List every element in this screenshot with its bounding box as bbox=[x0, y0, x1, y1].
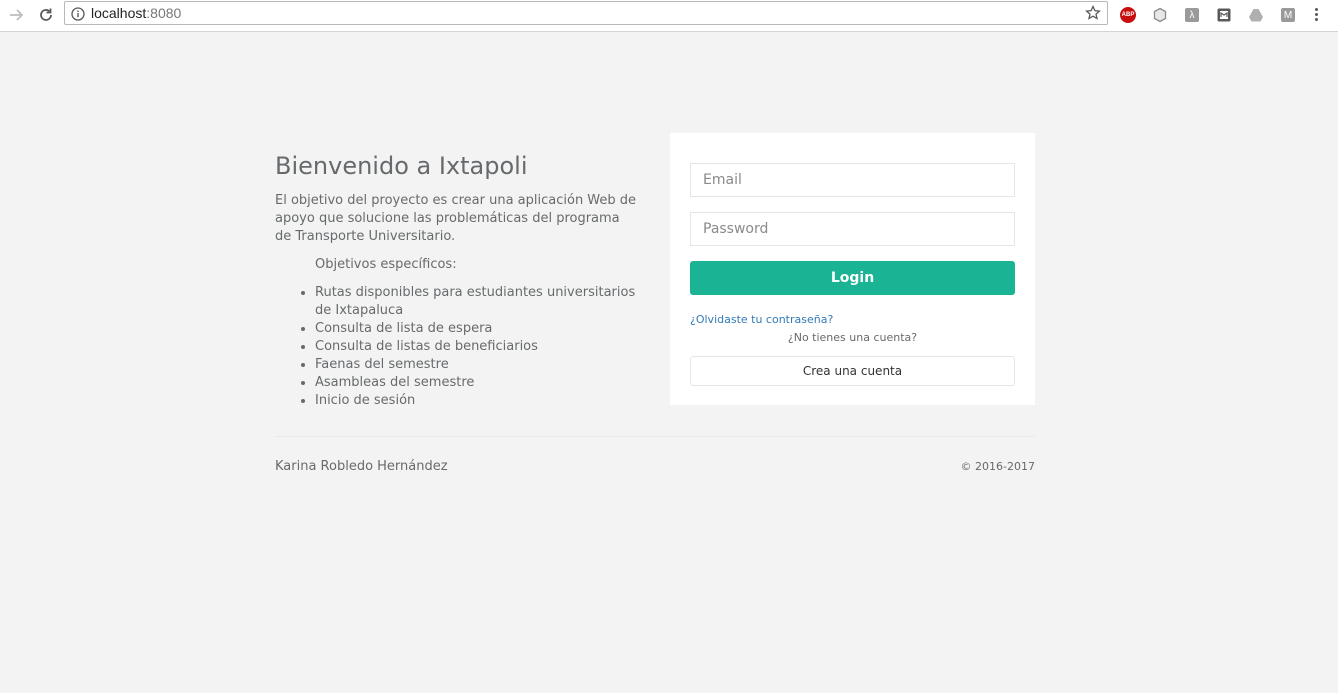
login-panel: Login ¿Olvidaste tu contraseña? ¿No tien… bbox=[670, 133, 1035, 405]
page-title: Bienvenido a Ixtapoli bbox=[275, 152, 528, 180]
intro-section: Bienvenido a Ixtapoli El objetivo del pr… bbox=[275, 150, 645, 410]
info-icon[interactable] bbox=[71, 6, 85, 25]
project-description: El objetivo del proyecto es crear una ap… bbox=[275, 193, 637, 244]
url-port: :8080 bbox=[146, 5, 182, 21]
create-account-button[interactable]: Crea una cuenta bbox=[690, 356, 1015, 386]
list-item: Consulta de lista de espera bbox=[315, 320, 645, 338]
drive-extension-icon[interactable] bbox=[1247, 6, 1265, 24]
bookmark-star-icon[interactable] bbox=[1085, 4, 1101, 25]
adblock-plus-badge: ABP bbox=[1120, 7, 1136, 23]
m-badge: M bbox=[1281, 8, 1295, 22]
lambda-extension-icon[interactable]: λ bbox=[1183, 6, 1201, 24]
list-item: Asambleas del semestre bbox=[315, 374, 645, 392]
browser-menu-icon[interactable] bbox=[1312, 6, 1320, 24]
login-button[interactable]: Login bbox=[690, 261, 1015, 295]
reload-icon[interactable] bbox=[35, 4, 57, 26]
cube-extension-icon[interactable] bbox=[1151, 6, 1169, 24]
list-item: Consulta de listas de beneficiarios bbox=[315, 338, 645, 356]
url-host: localhost bbox=[91, 5, 147, 21]
forward-arrow-icon[interactable] bbox=[6, 4, 28, 26]
url-text: localhost:8080 bbox=[91, 6, 181, 20]
adblock-plus-icon[interactable]: ABP bbox=[1119, 6, 1137, 24]
list-item: Faenas del semestre bbox=[315, 356, 645, 374]
footer-author: Karina Robledo Hernández bbox=[275, 459, 448, 474]
password-field[interactable] bbox=[690, 212, 1015, 246]
objectives-title: Objetivos específicos: bbox=[315, 257, 457, 272]
objectives-list: Rutas disponibles para estudiantes unive… bbox=[275, 284, 645, 410]
screen-extension-icon[interactable] bbox=[1215, 6, 1233, 24]
footer-copyright: © 2016-2017 bbox=[960, 460, 1035, 473]
list-item: Rutas disponibles para estudiantes unive… bbox=[315, 284, 645, 320]
footer-divider bbox=[275, 436, 1035, 437]
forgot-password-link[interactable]: ¿Olvidaste tu contraseña? bbox=[690, 313, 833, 326]
browser-toolbar: localhost:8080 ABP λ M bbox=[0, 0, 1338, 32]
address-bar[interactable]: localhost:8080 bbox=[64, 1, 1108, 25]
email-field[interactable] bbox=[690, 163, 1015, 197]
no-account-text: ¿No tienes una cuenta? bbox=[787, 331, 918, 344]
m-extension-icon[interactable]: M bbox=[1279, 6, 1297, 24]
lambda-badge: λ bbox=[1185, 8, 1199, 22]
list-item: Inicio de sesión bbox=[315, 392, 645, 410]
